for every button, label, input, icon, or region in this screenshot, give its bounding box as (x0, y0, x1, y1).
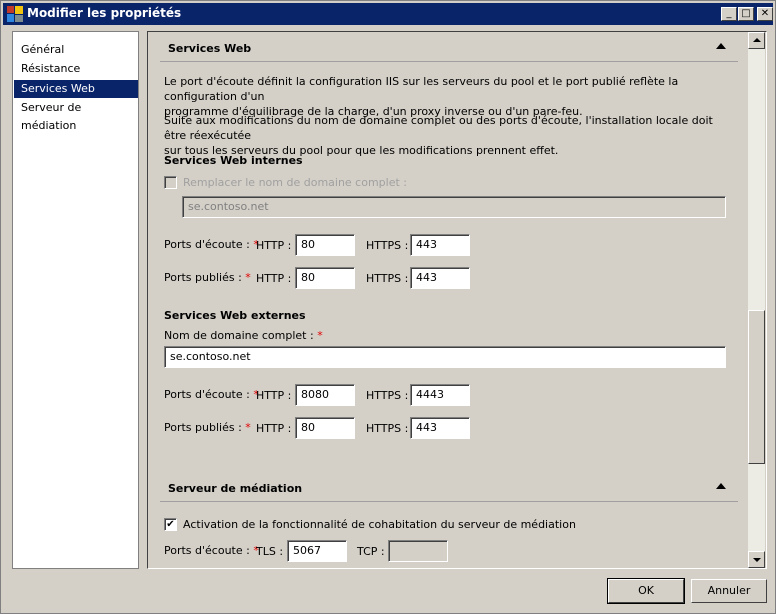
tcp-port-input[interactable] (388, 540, 448, 562)
label-text: Ports d'écoute : (164, 388, 250, 401)
override-fqdn-label: Remplacer le nom de domaine complet : (183, 176, 408, 189)
external-web-services-title: Services Web externes (164, 309, 306, 322)
internal-listen-http-input[interactable]: 80 (295, 234, 355, 256)
collapse-icon[interactable] (716, 483, 726, 489)
internal-published-https-input[interactable]: 443 (410, 267, 470, 289)
external-fqdn-input[interactable]: se.contoso.net (164, 346, 726, 368)
external-listen-ports-label: Ports d'écoute : * (164, 388, 259, 401)
internal-web-services-title: Services Web internes (164, 154, 303, 167)
properties-dialog: Modifier les propriétés _ □ ✕ Général Ré… (0, 0, 776, 614)
internal-listen-ports-label: Ports d'écoute : * (164, 238, 259, 251)
http-label: HTTP : (256, 422, 292, 435)
properties-panel: Services Web Le port d'écoute définit la… (147, 31, 767, 569)
label-text: Ports d'écoute : (164, 544, 250, 557)
mediation-listen-ports-label: Ports d'écoute : * (164, 544, 259, 557)
required-marker: * (317, 329, 323, 342)
collapse-icon[interactable] (716, 43, 726, 49)
scroll-down-button[interactable] (748, 551, 765, 568)
collocation-label: Activation de la fonctionnalité de cohab… (183, 518, 576, 531)
sidebar-item-general[interactable]: Général (14, 41, 138, 59)
mediation-server-title: Serveur de médiation (168, 482, 303, 495)
description-line: Le port d'écoute définit la configuratio… (164, 75, 679, 103)
https-label: HTTPS : (366, 422, 409, 435)
internal-listen-https-input[interactable]: 443 (410, 234, 470, 256)
collocation-checkbox[interactable]: ✔ (164, 518, 177, 531)
https-label: HTTPS : (366, 389, 409, 402)
internal-published-ports-label: Ports publiés : * (164, 271, 251, 284)
app-icon (7, 6, 23, 22)
arrow-down-icon (753, 558, 761, 562)
tls-port-input[interactable]: 5067 (287, 540, 347, 562)
window-title: Modifier les propriétés (27, 6, 182, 20)
http-label: HTTP : (256, 389, 292, 402)
tcp-label: TCP : (357, 545, 385, 558)
minimize-button[interactable]: _ (721, 7, 737, 21)
web-services-header[interactable]: Services Web (160, 32, 738, 62)
external-published-http-input[interactable]: 80 (295, 417, 355, 439)
sidebar-item-web-services[interactable]: Services Web (14, 80, 138, 98)
label-text: Ports publiés : (164, 421, 242, 434)
internal-published-http-input[interactable]: 80 (295, 267, 355, 289)
https-label: HTTPS : (366, 272, 409, 285)
external-published-ports-label: Ports publiés : * (164, 421, 251, 434)
label-text: Ports publiés : (164, 271, 242, 284)
mediation-server-header[interactable]: Serveur de médiation (160, 472, 738, 502)
label-text: Ports d'écoute : (164, 238, 250, 251)
scroll-thumb[interactable] (748, 310, 765, 464)
sidebar-item-mediation-server[interactable]: Serveur de médiation (14, 99, 138, 132)
web-services-title: Services Web (168, 42, 252, 55)
close-button[interactable]: ✕ (757, 7, 773, 21)
title-bar: Modifier les propriétés _ □ ✕ (3, 3, 773, 25)
cancel-button[interactable]: Annuler (691, 579, 767, 603)
description-paragraph-2: Suite aux modifications du nom de domain… (164, 113, 734, 158)
external-listen-https-input[interactable]: 4443 (410, 384, 470, 406)
label-text: Nom de domaine complet : (164, 329, 314, 342)
required-marker: * (245, 421, 251, 434)
ok-button[interactable]: OK (607, 578, 685, 604)
internal-fqdn-input[interactable]: se.contoso.net (182, 196, 726, 218)
external-listen-http-input[interactable]: 8080 (295, 384, 355, 406)
override-fqdn-checkbox[interactable] (164, 176, 177, 189)
sidebar-nav: Général Résistance Services Web Serveur … (12, 31, 139, 569)
http-label: HTTP : (256, 239, 292, 252)
sidebar-item-resilience[interactable]: Résistance (14, 60, 138, 78)
https-label: HTTPS : (366, 239, 409, 252)
maximize-button[interactable]: □ (738, 7, 754, 21)
vertical-scrollbar[interactable] (748, 32, 765, 568)
external-fqdn-label: Nom de domaine complet : * (164, 329, 323, 342)
http-label: HTTP : (256, 272, 292, 285)
required-marker: * (245, 271, 251, 284)
arrow-up-icon (753, 38, 761, 42)
scroll-up-button[interactable] (748, 32, 765, 49)
description-line: Suite aux modifications du nom de domain… (164, 114, 713, 142)
tls-label: TLS : (256, 545, 284, 558)
external-published-https-input[interactable]: 443 (410, 417, 470, 439)
